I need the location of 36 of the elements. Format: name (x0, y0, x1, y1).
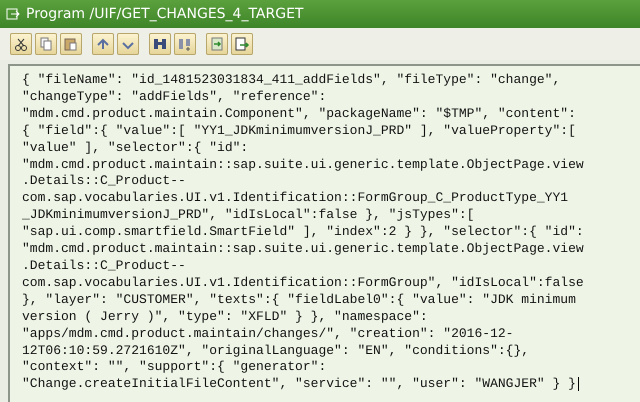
code-line: "changeType": "addFields", "reference": (22, 88, 328, 106)
import-icon (209, 36, 225, 52)
copy-button[interactable] (35, 33, 57, 55)
undo-button[interactable] (92, 33, 114, 55)
code-line: _JDKminimumversionJ_PRD", "idIsLocal":false }, "jsTypes":[ (22, 207, 476, 224)
export-button[interactable] (231, 33, 253, 55)
paste-icon (63, 36, 79, 52)
copy-icon (38, 36, 54, 52)
code-line: "sap.ui.comp.smartfield.SmartField" ], "index":2 } }, "selector":{ "id": (22, 224, 585, 242)
code-line: { "fileName": "id_1481523031834_411_addFields", "fileType": "change", (22, 72, 562, 89)
code-line: "Change.createInitialFileContent", "service": "", "user": "WANGJER" } } (22, 376, 640, 394)
code-line: "value" ], "selector":{ "id": (22, 140, 250, 157)
import-button[interactable] (206, 33, 228, 55)
text-cursor (578, 376, 579, 391)
code-line: com.sap.vocabularies.UI.v1.Identification::FormGroup", "idIsLocal":false (22, 274, 585, 292)
code-line: .Details::C_Product-- (22, 173, 187, 190)
code-editor[interactable] (8, 64, 640, 402)
code-line: "context": "", "support":{ "generator": (22, 359, 328, 376)
cut-button[interactable] (10, 33, 32, 55)
code-line: "apps/mdm.cmd.product.maintain/changes/", "creation": "2016-12- (22, 326, 514, 342)
code-line: 12T06:10:59.2721610Z", "originalLanguage": "EN", "conditions":{}, (22, 342, 530, 360)
window-icon (6, 8, 20, 20)
code-line: com.sap.vocabularies.UI.v1.Identification::FormGroup_C_ProductType_YY1 (22, 190, 570, 208)
cut-icon (13, 36, 29, 52)
find-button[interactable] (149, 33, 171, 55)
code-line: .Details::C_Product-- (22, 258, 187, 275)
code-line: "mdm.cmd.product.maintain.Component", "packageName": "$TMP", "content": (22, 106, 577, 123)
code-line: }, "layer": "CUSTOMER", "texts":{ "fieldLabel0":{ "value": "JDK minimum (22, 292, 577, 309)
redo-button[interactable] (117, 33, 139, 55)
export-icon (234, 36, 250, 52)
window-title: Program /UIF/GET_CHANGES_4_TARGET (26, 6, 304, 22)
code-line: { "field":{ "value":[ "YY1_JDKminimumversionJ_PRD" ], "valueProperty":[ (22, 122, 577, 140)
paste-button[interactable] (60, 33, 82, 55)
code-line: "mdm.cmd.product.maintain::sap.suite.ui.generic.template.ObjectPage.view (22, 156, 585, 174)
code-line: version ( Jerry )", "type": "XFLD" } }, "namespace": (22, 308, 429, 326)
code-line: "mdm.cmd.product.maintain::sap.suite.ui.generic.template.ObjectPage.view (22, 241, 585, 258)
